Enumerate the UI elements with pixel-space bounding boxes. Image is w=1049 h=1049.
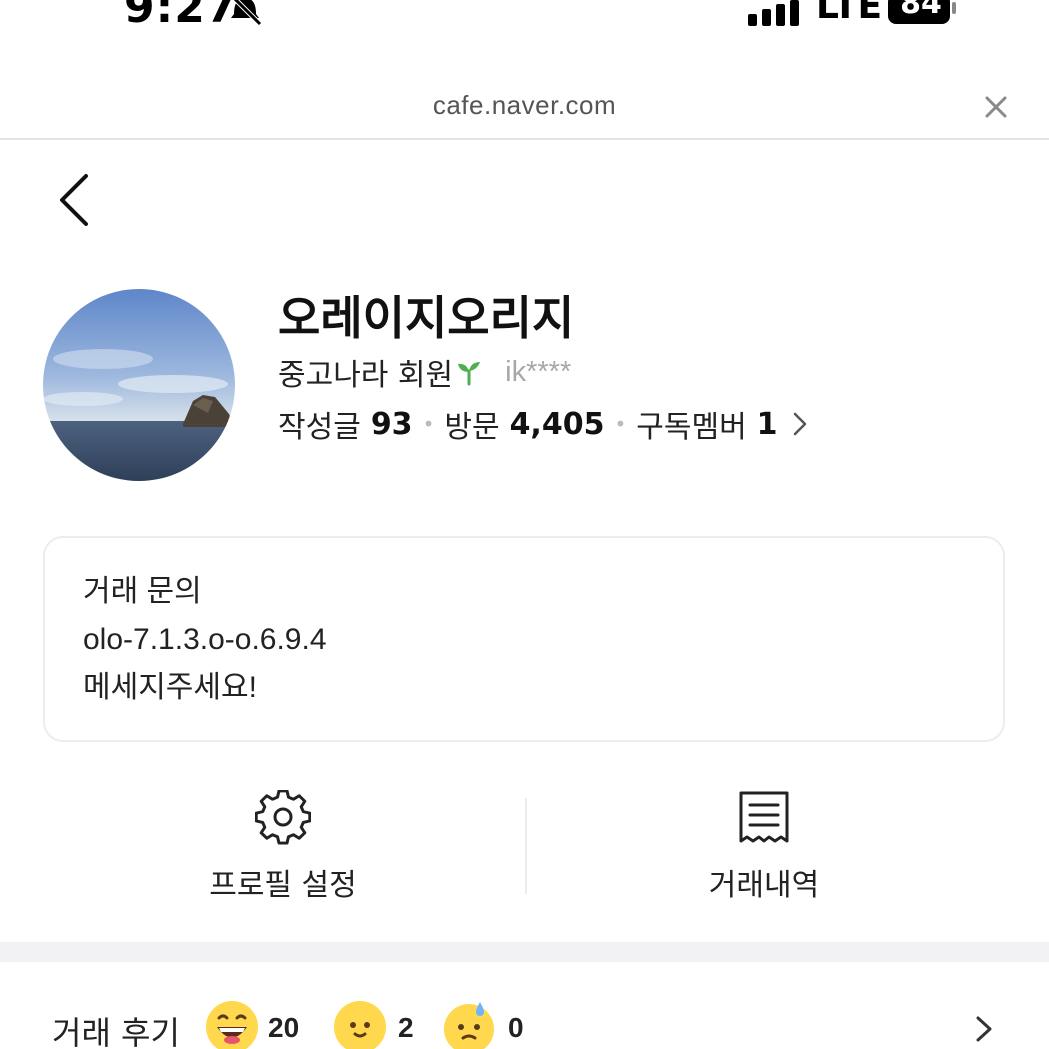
separator-dot: •: [422, 412, 435, 436]
member-id: ik****: [505, 355, 572, 388]
intro-line: 거래 문의: [83, 575, 202, 608]
browser-url-bar: cafe.naver.com: [0, 76, 1049, 140]
sprout-icon: [458, 362, 481, 386]
back-arrow-icon[interactable]: [52, 170, 102, 230]
neutral-review-count: 2: [398, 1012, 414, 1043]
good-review-count: 20: [268, 1012, 300, 1043]
member-info: 중고나라 회원 ik****: [278, 350, 571, 394]
battery-level: 84: [900, 0, 942, 21]
intro-line: olo-7.1.3.o-o.6.9.4: [83, 623, 327, 656]
status-bar: 9:27 LTE 84: [0, 0, 1049, 40]
trade-reviews-row[interactable]: 거래 후기 20 2 0: [0, 996, 1049, 1049]
gear-icon: [255, 790, 311, 845]
chevron-right-icon[interactable]: [975, 1014, 993, 1044]
intro-line: 메세지주세요!: [83, 671, 257, 704]
grinning-emoji-icon: [206, 1001, 258, 1049]
profile-intro-box: 거래 문의 olo-7.1.3.o-o.6.9.4 메세지주세요!: [43, 536, 1005, 742]
profile-settings-label: 프로필 설정: [209, 868, 357, 903]
chevron-right-icon[interactable]: [792, 410, 808, 438]
subscribers-label[interactable]: 구독멤버: [636, 402, 746, 446]
posts-count: 93: [370, 406, 413, 442]
member-level: 중고나라 회원: [278, 358, 454, 393]
status-time: 9:27: [124, 0, 238, 33]
signal-icon: [748, 0, 799, 26]
receipt-icon: [739, 791, 789, 843]
trade-history-label: 거래내역: [708, 868, 820, 903]
bell-off-icon: [231, 0, 262, 26]
profile-actions: 프로필 설정 거래내역: [0, 790, 1049, 903]
profile-stats: 작성글 93 • 방문 4,405 • 구독멤버 1: [278, 402, 808, 446]
separator-dot: •: [614, 412, 627, 436]
profile-settings-button[interactable]: 프로필 설정: [133, 790, 433, 903]
url-text[interactable]: cafe.naver.com: [0, 90, 1049, 121]
visits-label: 방문: [444, 410, 500, 445]
sweat-emoji-icon: [444, 1002, 494, 1049]
section-divider: [0, 942, 1049, 962]
close-icon[interactable]: [983, 94, 1009, 120]
reviews-label: 거래 후기: [52, 1014, 180, 1049]
divider: [525, 798, 527, 894]
network-type: LTE: [816, 0, 883, 27]
avatar-photo: [43, 289, 235, 481]
neutral-emoji-icon: [334, 1001, 386, 1049]
trade-history-button[interactable]: 거래내역: [614, 790, 914, 903]
visits-count: 4,405: [509, 406, 605, 442]
posts-label: 작성글: [278, 410, 361, 445]
profile-nickname: 오레이지오리지: [278, 291, 575, 345]
subscribers-count[interactable]: 1: [757, 407, 778, 442]
bad-review-count: 0: [508, 1012, 524, 1043]
avatar[interactable]: [43, 289, 235, 481]
